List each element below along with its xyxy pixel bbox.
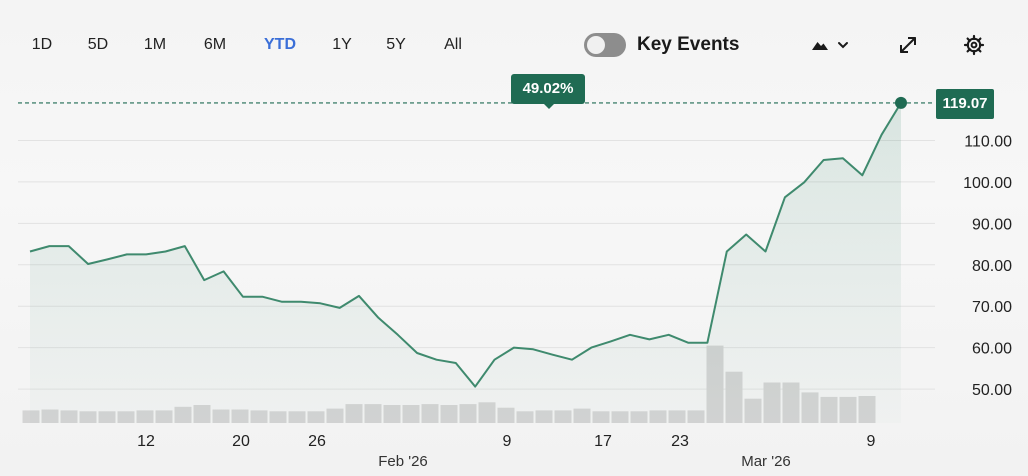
price-point: [320, 303, 322, 305]
price-point: [378, 317, 380, 319]
price-point: [184, 245, 186, 247]
price-point: [223, 271, 225, 273]
price-point: [107, 259, 109, 261]
x-tick-label: 12: [137, 433, 155, 450]
last-price-badge: 119.07: [936, 89, 994, 119]
price-point: [300, 301, 302, 303]
price-point: [726, 251, 728, 253]
price-point: [242, 296, 244, 298]
price-point: [803, 182, 805, 184]
price-point: [610, 341, 612, 343]
price-point: [281, 301, 283, 303]
price-point: [687, 342, 689, 344]
price-point: [881, 134, 883, 136]
price-point: [29, 251, 31, 253]
price-point: [87, 263, 89, 265]
price-chart: 110.00 100.00 90.00 80.00 70.00 60.00 50.00 12…: [18, 96, 1012, 470]
price-point: [571, 359, 573, 361]
price-point: [145, 254, 147, 256]
percent-change-badge: 49.02%: [511, 74, 585, 104]
x-month-label: Feb '26: [378, 453, 428, 470]
y-tick-label: 100.00: [963, 175, 1012, 192]
y-tick-label: 70.00: [972, 299, 1012, 316]
x-tick-label: 26: [308, 433, 326, 450]
price-point: [339, 307, 341, 309]
last-price-marker: [895, 96, 907, 109]
x-tick-label: 23: [671, 433, 689, 450]
price-point: [591, 347, 593, 349]
price-point: [474, 386, 476, 388]
price-point: [436, 359, 438, 361]
y-tick-label: 90.00: [972, 216, 1012, 233]
price-point: [784, 196, 786, 198]
x-tick-label: 9: [503, 433, 512, 450]
price-point: [203, 279, 205, 281]
price-point: [745, 234, 747, 236]
price-point: [165, 251, 167, 253]
price-point: [455, 362, 457, 364]
y-tick-label: 60.00: [972, 341, 1012, 358]
price-point: [823, 159, 825, 161]
price-point: [397, 334, 399, 336]
price-point: [532, 349, 534, 351]
x-tick-label: 9: [867, 433, 876, 450]
price-point: [261, 296, 263, 298]
price-point: [49, 245, 51, 247]
price-point: [668, 334, 670, 336]
price-point: [68, 245, 70, 247]
price-point: [707, 342, 709, 344]
price-point: [649, 339, 651, 341]
price-point: [861, 175, 863, 177]
y-tick-label: 80.00: [972, 258, 1012, 275]
price-point: [765, 251, 767, 253]
x-tick-label: 17: [594, 433, 612, 450]
x-tick-label: 20: [232, 433, 250, 450]
price-point: [842, 158, 844, 160]
price-point: [552, 354, 554, 356]
price-point: [358, 295, 360, 297]
price-point: [126, 254, 128, 256]
price-point: [513, 347, 515, 349]
y-tick-label: 50.00: [972, 382, 1012, 399]
price-point: [494, 359, 496, 361]
percent-change-pointer: [543, 103, 555, 109]
price-point: [416, 352, 418, 354]
price-point: [629, 334, 631, 336]
x-month-label: Mar '26: [741, 453, 791, 470]
y-tick-label: 110.00: [964, 134, 1012, 151]
